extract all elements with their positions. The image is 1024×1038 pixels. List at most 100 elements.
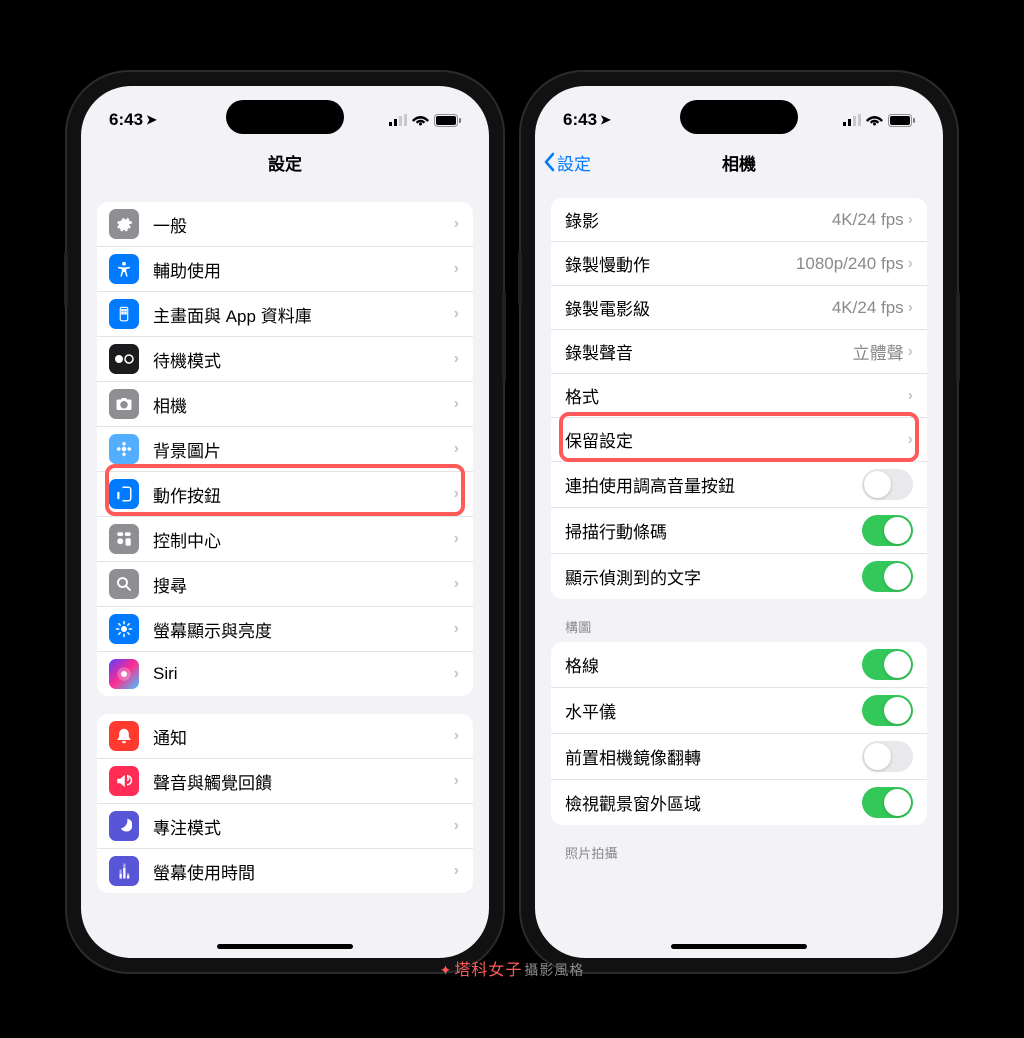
settings-row-item[interactable]: 通知› <box>97 714 473 759</box>
chevron-right-icon: › <box>454 305 459 323</box>
screen-right: 6:43 ➤ 設定 相機 錄影4K/24 fps›錄製慢動作1080p/240 … <box>535 86 943 958</box>
chevron-right-icon: › <box>908 431 913 449</box>
chevron-right-icon: › <box>454 862 459 880</box>
notify-icon <box>109 721 139 751</box>
wifi-icon <box>412 114 429 126</box>
settings-row-item[interactable]: 專注模式› <box>97 804 473 849</box>
settings-row-item[interactable]: 顯示偵測到的文字 <box>551 554 927 599</box>
settings-row-siri[interactable]: Siri› <box>97 652 473 696</box>
chevron-right-icon: › <box>454 727 459 745</box>
settings-row-item[interactable]: 錄影4K/24 fps› <box>551 198 927 242</box>
search-icon <box>109 569 139 599</box>
row-label: 錄製慢動作 <box>565 251 796 276</box>
settings-row-item[interactable]: 保留設定› <box>551 418 927 462</box>
settings-row-item[interactable]: 錄製慢動作1080p/240 fps› <box>551 242 927 286</box>
settings-row-item[interactable]: 錄製電影級4K/24 fps› <box>551 286 927 330</box>
chevron-right-icon: › <box>454 620 459 638</box>
row-value: 4K/24 fps <box>832 210 904 230</box>
page-title: 相機 <box>722 150 756 175</box>
status-time: 6:43 <box>109 110 143 130</box>
settings-row-item[interactable]: 搜尋› <box>97 562 473 607</box>
settings-row-item[interactable]: 水平儀 <box>551 688 927 734</box>
camera-settings-list[interactable]: 錄影4K/24 fps›錄製慢動作1080p/240 fps›錄製電影級4K/2… <box>535 184 943 958</box>
row-label: 錄製聲音 <box>565 339 853 364</box>
settings-row-app[interactable]: 主畫面與 App 資料庫› <box>97 292 473 337</box>
back-label: 設定 <box>557 150 591 175</box>
accessibility-icon <box>109 254 139 284</box>
screentime-icon <box>109 856 139 886</box>
settings-row-item[interactable]: 螢幕使用時間› <box>97 849 473 893</box>
settings-row-item[interactable]: 連拍使用調高音量按鈕 <box>551 462 927 508</box>
settings-row-item[interactable]: 待機模式› <box>97 337 473 382</box>
back-button[interactable]: 設定 <box>543 150 591 175</box>
settings-row-item[interactable]: 掃描行動條碼 <box>551 508 927 554</box>
settings-row-item[interactable]: 動作按鈕› <box>97 472 473 517</box>
chevron-right-icon: › <box>454 215 459 233</box>
chevron-right-icon: › <box>908 211 913 229</box>
chevron-right-icon: › <box>454 665 459 683</box>
row-value: 1080p/240 fps <box>796 254 904 274</box>
chevron-right-icon: › <box>454 485 459 503</box>
settings-row-item[interactable]: 前置相機鏡像翻轉 <box>551 734 927 780</box>
camera-icon <box>109 389 139 419</box>
watermark: ✦ 塔科女子 攝影風格 <box>440 956 585 980</box>
settings-row-item[interactable]: 輔助使用› <box>97 247 473 292</box>
dynamic-island <box>680 100 798 134</box>
toggle-switch[interactable] <box>862 515 913 546</box>
location-icon: ➤ <box>146 112 157 128</box>
chevron-left-icon <box>543 152 555 172</box>
chevron-right-icon: › <box>454 530 459 548</box>
settings-row-item[interactable]: 相機› <box>97 382 473 427</box>
siri-icon <box>109 659 139 689</box>
toggle-switch[interactable] <box>862 469 913 500</box>
settings-row-item[interactable]: 一般› <box>97 202 473 247</box>
settings-row-item[interactable]: 錄製聲音立體聲› <box>551 330 927 374</box>
toggle-switch[interactable] <box>862 741 913 772</box>
section-header-photo: 照片拍攝 <box>551 825 927 868</box>
gear-icon <box>109 209 139 239</box>
wallpaper-icon <box>109 434 139 464</box>
nav-bar: 設定 相機 <box>535 140 943 184</box>
chevron-right-icon: › <box>908 299 913 317</box>
settings-list[interactable]: 一般›輔助使用›主畫面與 App 資料庫›待機模式›相機›背景圖片›動作按鈕›控… <box>81 184 489 958</box>
settings-row-item[interactable]: 格線 <box>551 642 927 688</box>
dynamic-island <box>226 100 344 134</box>
settings-row-item[interactable]: 背景圖片› <box>97 427 473 472</box>
chevron-right-icon: › <box>908 255 913 273</box>
homescreen-icon <box>109 299 139 329</box>
settings-row-item[interactable]: 檢視觀景窗外區域 <box>551 780 927 825</box>
settings-row-item[interactable]: 格式› <box>551 374 927 418</box>
nav-bar: 設定 <box>81 140 489 184</box>
row-label: 水平儀 <box>565 698 862 723</box>
settings-row-item[interactable]: 控制中心› <box>97 517 473 562</box>
chevron-right-icon: › <box>454 440 459 458</box>
row-label: 動作按鈕 <box>153 482 454 507</box>
focus-icon <box>109 811 139 841</box>
row-label: 待機模式 <box>153 347 454 372</box>
toggle-switch[interactable] <box>862 695 913 726</box>
row-label: 主畫面與 App 資料庫 <box>153 302 454 327</box>
row-label: 控制中心 <box>153 527 454 552</box>
row-label: 檢視觀景窗外區域 <box>565 790 862 815</box>
row-label: 搜尋 <box>153 572 454 597</box>
row-label: 聲音與觸覺回饋 <box>153 769 454 794</box>
status-time: 6:43 <box>563 110 597 130</box>
home-indicator <box>217 944 353 949</box>
battery-icon <box>888 114 915 127</box>
iphone-frame-left: 6:43 ➤ 設定 一般›輔助使用›主畫面與 App 資料庫›待機模式›相機›背… <box>67 72 503 972</box>
chevron-right-icon: › <box>454 575 459 593</box>
toggle-switch[interactable] <box>862 787 913 818</box>
row-value: 立體聲 <box>853 339 904 364</box>
settings-row-item[interactable]: 聲音與觸覺回饋› <box>97 759 473 804</box>
chevron-right-icon: › <box>454 772 459 790</box>
sound-icon <box>109 766 139 796</box>
settings-row-item[interactable]: 螢幕顯示與亮度› <box>97 607 473 652</box>
chevron-right-icon: › <box>454 350 459 368</box>
toggle-switch[interactable] <box>862 561 913 592</box>
toggle-switch[interactable] <box>862 649 913 680</box>
row-label: 格式 <box>565 383 908 408</box>
chevron-right-icon: › <box>454 395 459 413</box>
section-header-composition: 構圖 <box>551 599 927 642</box>
brightness-icon <box>109 614 139 644</box>
row-label: 相機 <box>153 392 454 417</box>
